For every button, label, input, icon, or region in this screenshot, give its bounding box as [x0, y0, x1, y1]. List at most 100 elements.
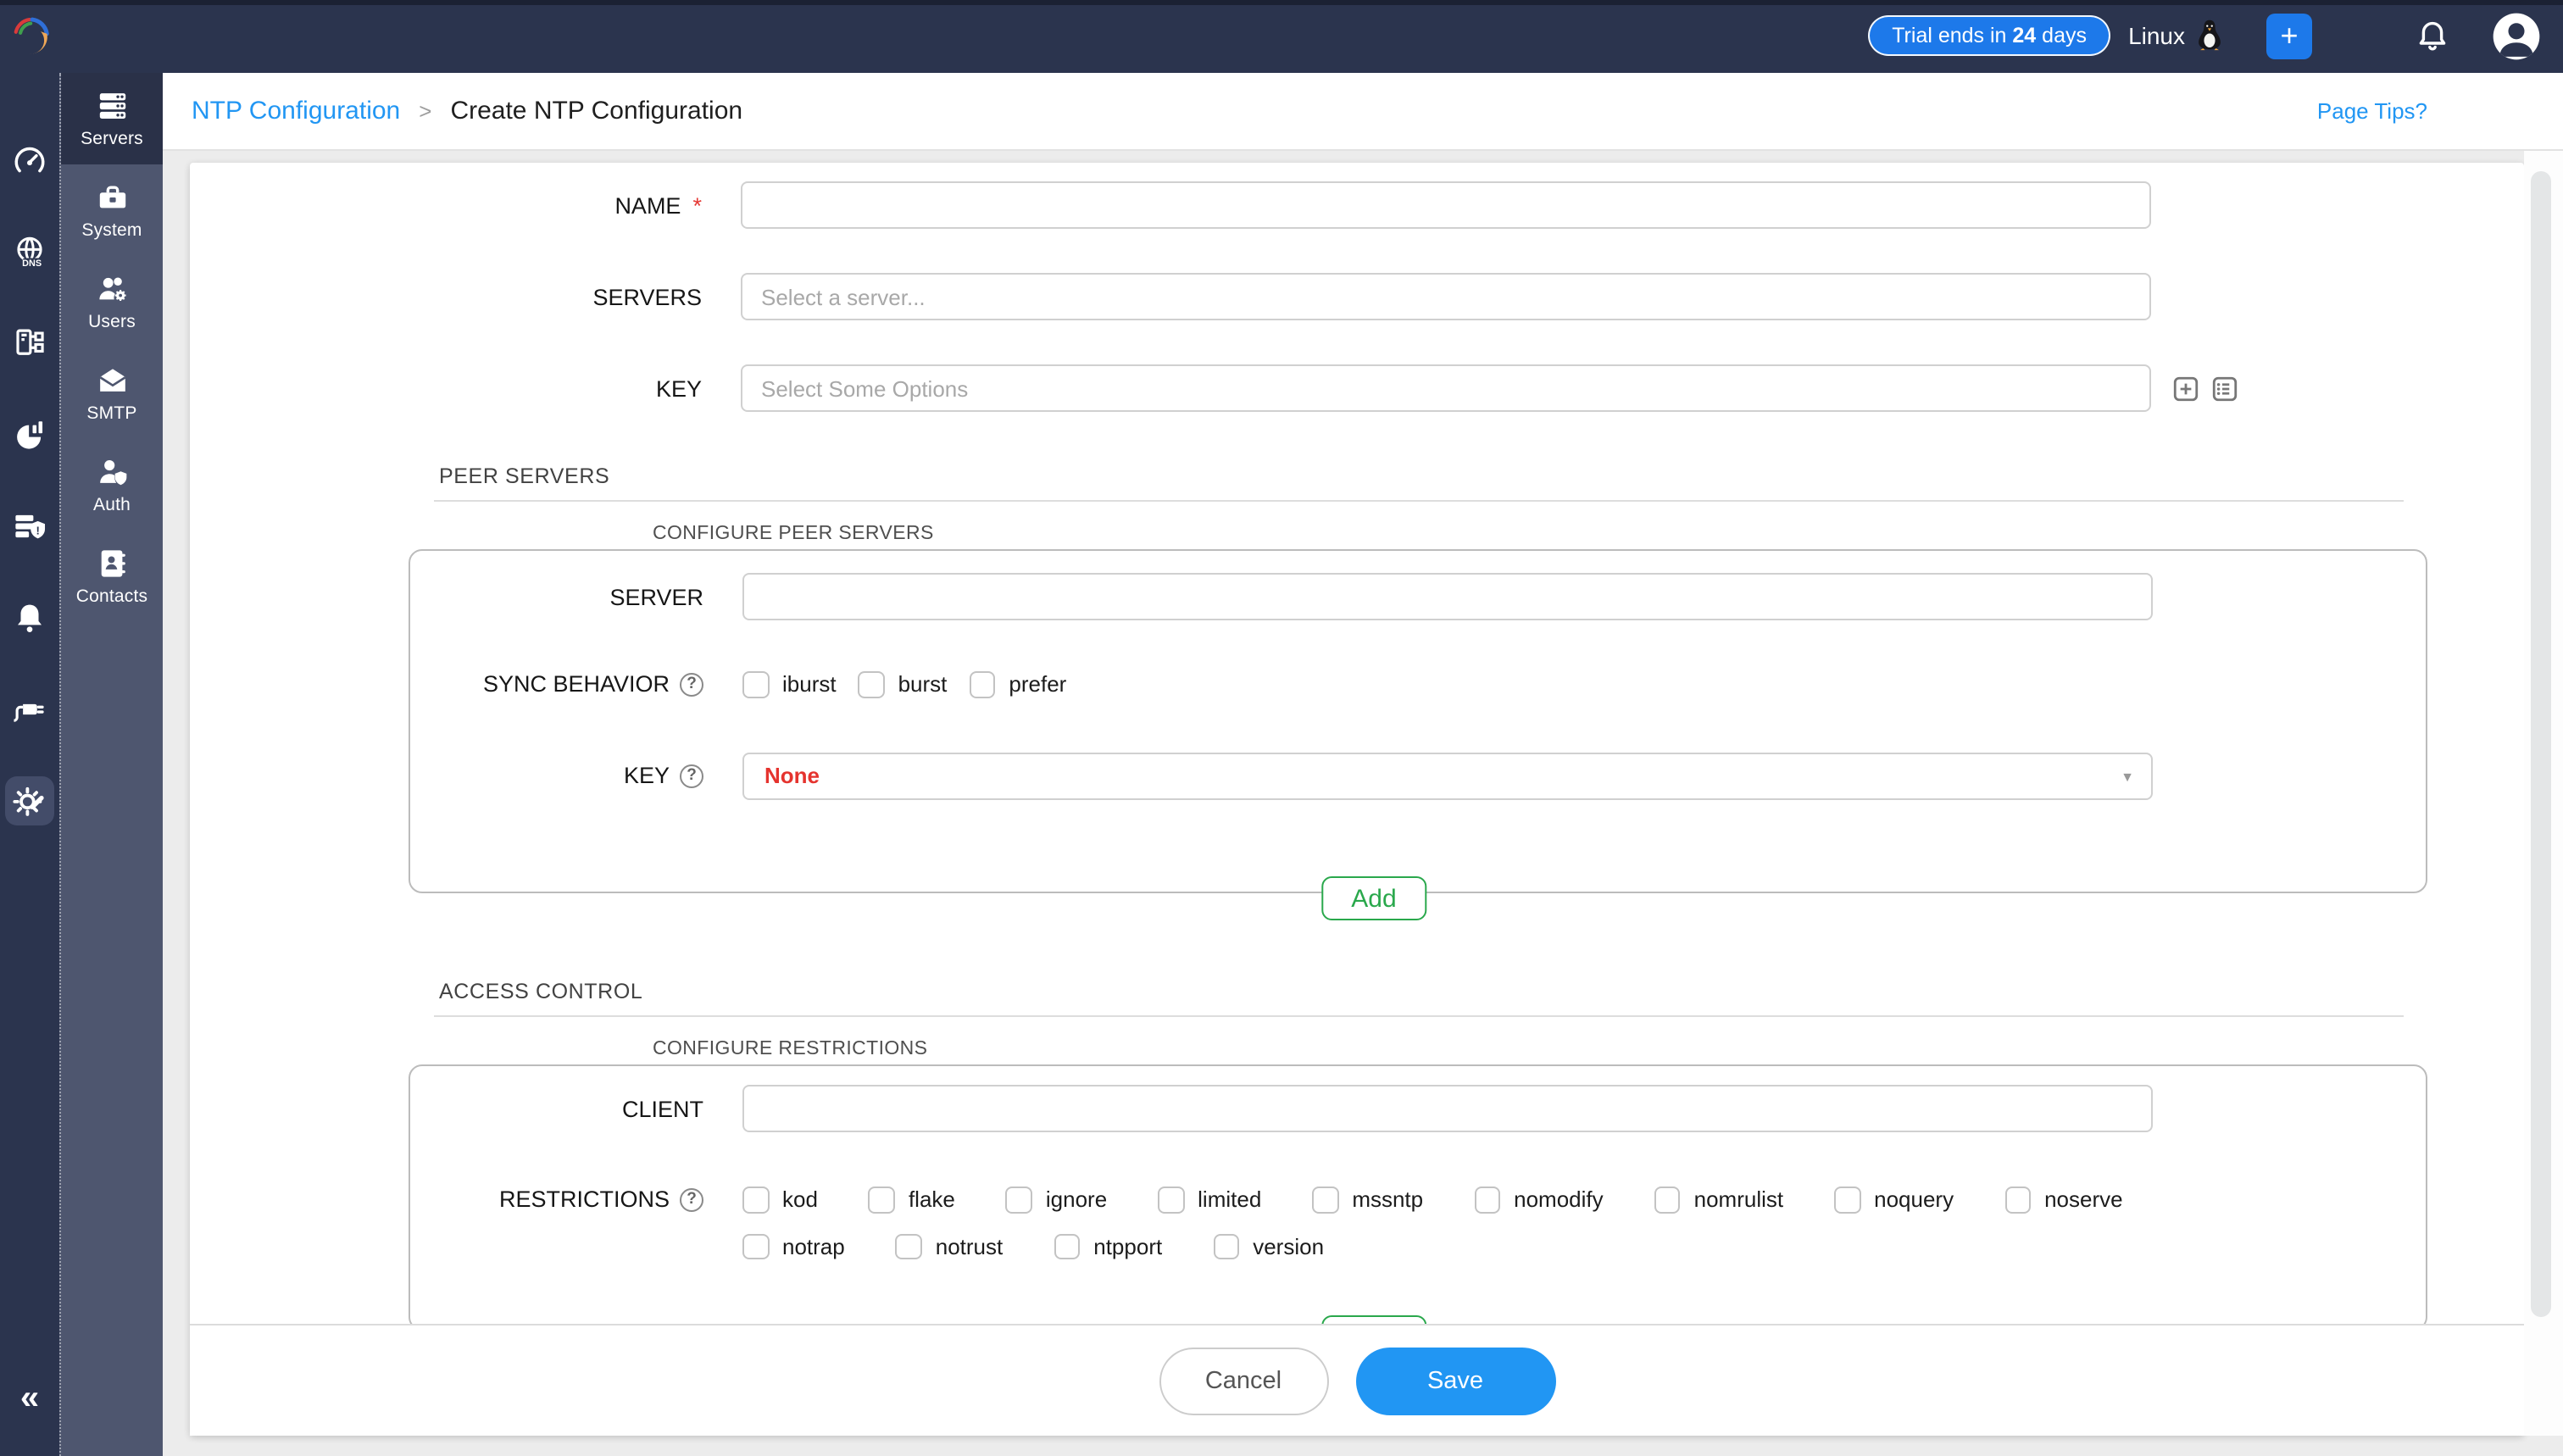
key-label: KEY [190, 375, 702, 401]
restriction-nomodify-checkbox[interactable]: nomodify [1474, 1186, 1604, 1213]
server-network-icon[interactable] [6, 322, 53, 363]
sidebar-item-contacts[interactable]: Contacts [61, 531, 163, 622]
restriction-kod-checkbox[interactable]: kod [742, 1186, 818, 1213]
add-new-button[interactable]: + [2266, 14, 2312, 59]
checkbox-box[interactable] [742, 1186, 769, 1213]
scrollbar-thumb[interactable] [2531, 171, 2551, 1317]
restriction-noserve-checkbox[interactable]: noserve [2004, 1186, 2123, 1213]
checkbox-box[interactable] [869, 1186, 895, 1213]
restriction-options-row: notrap notrust ntpport version [742, 1233, 1324, 1259]
restriction-limited-checkbox[interactable]: limited [1158, 1186, 1261, 1213]
checkbox-box[interactable] [859, 671, 885, 697]
settings-gear-wrench-icon[interactable] [5, 776, 54, 825]
cancel-button[interactable]: Cancel [1159, 1348, 1328, 1415]
checkbox-box[interactable] [1312, 1186, 1338, 1213]
checkbox-box[interactable] [1054, 1233, 1080, 1259]
key-input[interactable] [741, 364, 2151, 412]
help-icon[interactable]: ? [680, 764, 703, 787]
peer-server-input[interactable] [742, 573, 2153, 620]
checkbox-label: notrust [936, 1234, 1004, 1259]
user-shield-icon [96, 455, 128, 487]
name-row: NAME* [190, 181, 2524, 229]
alerts-bell-icon[interactable] [6, 597, 53, 637]
checkbox-box[interactable] [742, 1233, 769, 1259]
peer-server-row: SERVER [410, 573, 2426, 620]
restriction-ignore-checkbox[interactable]: ignore [1006, 1186, 1107, 1213]
page-title: Create NTP Configuration [450, 97, 742, 125]
restriction-notrap-checkbox[interactable]: notrap [742, 1233, 845, 1259]
client-label: CLIENT [410, 1096, 703, 1121]
checkbox-box[interactable] [1654, 1186, 1681, 1213]
restriction-version-checkbox[interactable]: version [1213, 1233, 1324, 1259]
sidebar-item-servers[interactable]: Servers [61, 73, 163, 164]
sidebar-item-label: SMTP [86, 403, 136, 423]
checkbox-box[interactable] [896, 1233, 922, 1259]
dashboard-gauge-icon[interactable] [6, 139, 53, 180]
restrictions-panel: CLIENT RESTRICTIONS? kod flake ignore li… [409, 1064, 2427, 1324]
client-input[interactable] [742, 1085, 2153, 1132]
sync-options: iburst burst prefer [742, 671, 1066, 697]
breadcrumb-separator: > [419, 98, 431, 124]
restriction-ntpport-checkbox[interactable]: ntpport [1054, 1233, 1162, 1259]
restriction-notrust-checkbox[interactable]: notrust [896, 1233, 1004, 1259]
restriction-flake-checkbox[interactable]: flake [869, 1186, 955, 1213]
help-icon[interactable]: ? [680, 1187, 703, 1211]
user-avatar[interactable] [2492, 12, 2541, 61]
checkbox-box[interactable] [969, 671, 995, 697]
checkbox-box[interactable] [1834, 1186, 1860, 1213]
sidebar-item-users[interactable]: Users [61, 256, 163, 347]
add-key-icon[interactable] [2173, 375, 2199, 401]
secondary-sidebar: Servers System Users [59, 73, 163, 1456]
analytics-pie-icon[interactable] [6, 414, 53, 454]
required-asterisk: * [692, 192, 702, 218]
sidebar-item-auth[interactable]: Auth [61, 439, 163, 531]
checkbox-label: noquery [1874, 1187, 1954, 1213]
trial-text: Trial ends in [1892, 24, 2012, 47]
sync-burst-checkbox[interactable]: burst [859, 671, 948, 697]
sync-iburst-checkbox[interactable]: iburst [742, 671, 837, 697]
checkbox-box[interactable] [742, 671, 769, 697]
help-icon[interactable]: ? [680, 673, 703, 697]
add-peer-server-button[interactable]: Add [1320, 876, 1426, 920]
client-row: CLIENT [410, 1085, 2426, 1132]
breadcrumb-parent-link[interactable]: NTP Configuration [192, 97, 400, 125]
sidebar-item-smtp[interactable]: SMTP [61, 347, 163, 439]
servers-label: SERVERS [190, 284, 702, 309]
save-button[interactable]: Save [1355, 1348, 1555, 1415]
name-input[interactable] [741, 181, 2151, 229]
sidebar-item-system[interactable]: System [61, 164, 163, 256]
sidebar-item-label: Servers [81, 128, 143, 148]
dropdown-arrow-icon: ▼ [2121, 769, 2134, 784]
checkbox-box[interactable] [1213, 1233, 1239, 1259]
checkbox-box[interactable] [1006, 1186, 1032, 1213]
notifications-bell-icon[interactable] [2416, 19, 2449, 54]
checkbox-box[interactable] [1158, 1186, 1184, 1213]
checkbox-box[interactable] [1474, 1186, 1500, 1213]
integrations-plug-icon[interactable] [6, 688, 53, 729]
configure-peer-servers-label: CONFIGURE PEER SERVERS [653, 524, 2524, 544]
app-logo-icon [8, 14, 54, 59]
os-selector[interactable]: Linux [2128, 19, 2222, 51]
server-security-icon[interactable]: ! [6, 505, 53, 546]
peer-key-row: KEY? None ▼ [410, 752, 2426, 799]
servers-input[interactable] [741, 273, 2151, 320]
page-tips-link[interactable]: Page Tips? [2317, 98, 2427, 124]
restriction-noquery-checkbox[interactable]: noquery [1834, 1186, 1954, 1213]
restriction-nomrulist-checkbox[interactable]: nomrulist [1654, 1186, 1784, 1213]
add-restriction-button[interactable]: Add [1320, 1315, 1426, 1324]
checkbox-label: burst [898, 672, 948, 697]
dns-globe-icon[interactable]: DNS [6, 231, 53, 271]
breadcrumb: NTP Configuration > Create NTP Configura… [163, 73, 2563, 151]
sidebar-collapse-icon[interactable]: « [0, 1380, 59, 1419]
form-footer: Cancel Save [190, 1324, 2524, 1436]
checkbox-label: noserve [2044, 1187, 2123, 1213]
checkbox-box[interactable] [2004, 1186, 2031, 1213]
users-gear-icon [96, 272, 128, 304]
peer-key-select[interactable]: None ▼ [742, 752, 2153, 799]
restriction-mssntp-checkbox[interactable]: mssntp [1312, 1186, 1423, 1213]
app-window: Trial ends in 24 days Linux + [0, 0, 2563, 1456]
key-list-icon[interactable] [2212, 375, 2238, 401]
trial-badge[interactable]: Trial ends in 24 days [1868, 15, 2110, 56]
sync-prefer-checkbox[interactable]: prefer [969, 671, 1066, 697]
restrictions-label: RESTRICTIONS? [410, 1186, 703, 1212]
